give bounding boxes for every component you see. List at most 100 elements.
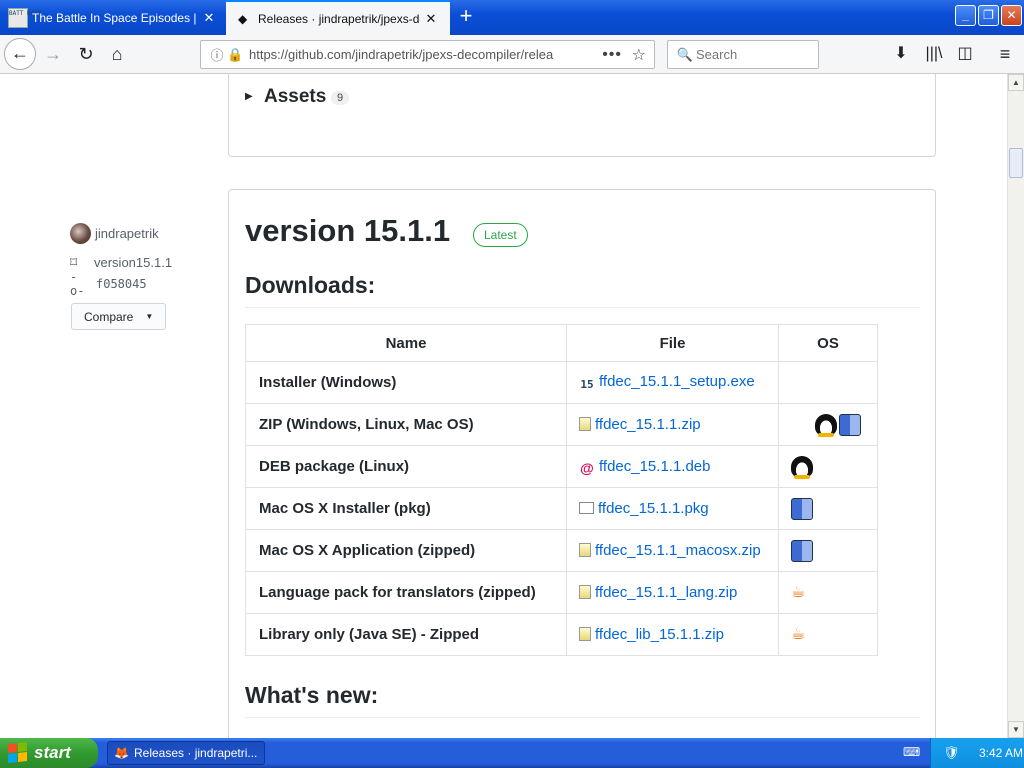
scroll-thumb[interactable]: [1009, 148, 1023, 178]
close-tab-icon[interactable]: ✕: [420, 11, 442, 27]
download-name: Installer (Windows): [245, 361, 567, 404]
taskbar-item-firefox[interactable]: 🦊 Releases · jindrapetri...: [107, 741, 265, 765]
download-file-cell: ffdec_15.1.1.pkg: [566, 487, 779, 530]
compare-label: Compare: [84, 309, 134, 324]
heading-divider: [245, 307, 920, 308]
forward-button[interactable]: →: [38, 39, 68, 69]
url-text[interactable]: https://github.com/jindrapetrik/jpexs-de…: [249, 47, 569, 62]
exe-file-icon: 15: [580, 377, 594, 391]
library-icon[interactable]: |||\: [921, 41, 947, 67]
download-link[interactable]: ffdec_15.1.1.pkg: [598, 500, 709, 517]
download-file-cell: ffdec_15.1.1_lang.zip: [566, 571, 779, 614]
close-window-button[interactable]: ✕: [1001, 5, 1022, 26]
site-favicon-icon: BATT BAIN: [8, 7, 42, 28]
maximize-button[interactable]: ❐: [978, 5, 999, 26]
download-name: Mac OS X Application (zipped): [245, 529, 567, 572]
taskbar: start 🦊 Releases · jindrapetri... ⌨ 🛡 3:…: [0, 738, 1024, 768]
deb-file-icon: @: [580, 459, 594, 476]
tray-app-icon[interactable]: 🛡: [943, 745, 961, 761]
start-button[interactable]: start: [0, 738, 98, 768]
os-cell: [778, 445, 878, 488]
os-cell: [778, 571, 878, 614]
vertical-scrollbar[interactable]: ▲ ▼: [1007, 74, 1024, 738]
assets-toggle[interactable]: Assets: [264, 86, 326, 108]
scroll-down-arrow[interactable]: ▼: [1008, 721, 1024, 738]
tag-name[interactable]: version15.1.1: [94, 255, 172, 270]
start-label: start: [34, 743, 71, 762]
download-link[interactable]: ffdec_15.1.1_lang.zip: [595, 584, 737, 601]
reload-button[interactable]: ↻: [71, 39, 101, 69]
search-placeholder: Search: [696, 47, 738, 62]
download-file-cell: ffdec_lib_15.1.1.zip: [566, 613, 779, 656]
release-title[interactable]: version 15.1.1: [245, 213, 450, 249]
download-file-cell: ffdec_15.1.1.zip: [566, 403, 779, 446]
search-icon: 🔍: [676, 46, 694, 62]
info-icon[interactable]: ⓘ: [207, 45, 227, 64]
commit-hash[interactable]: f058045: [96, 277, 147, 291]
table-row: Mac OS X Installer (pkg) ffdec_15.1.1.pkg: [245, 487, 878, 530]
download-file-cell: @ ffdec_15.1.1.deb: [566, 445, 779, 488]
bookmark-star-icon[interactable]: ☆: [632, 45, 646, 65]
download-link[interactable]: ffdec_15.1.1_setup.exe: [599, 373, 755, 390]
zip-file-icon: [579, 585, 591, 599]
system-tray: 🛡 3:42 AM: [930, 738, 1024, 768]
os-cell: [778, 529, 878, 572]
zip-file-icon: [579, 543, 591, 557]
commit-link[interactable]: -o- f058045: [70, 270, 147, 298]
tab-battle-in-space[interactable]: BATT BAIN The Battle In Space Episodes |…: [0, 0, 224, 35]
download-link[interactable]: ffdec_lib_15.1.1.zip: [595, 626, 724, 643]
table-header-row: Name File OS: [245, 324, 878, 362]
tag-icon: ⌑: [70, 253, 78, 270]
keyboard-icon[interactable]: ⌨: [903, 745, 920, 761]
compare-button[interactable]: Compare ▼: [71, 303, 166, 330]
navigation-toolbar: ← → ↻ ⌂ ⓘ 🔒 https://github.com/jindrapet…: [0, 35, 1024, 74]
mac-icon: [791, 539, 813, 562]
page-actions-icon[interactable]: •••: [602, 46, 622, 64]
zip-file-icon: [579, 417, 591, 431]
assets-section: ▶ Assets 9: [228, 74, 936, 157]
table-row: Library only (Java SE) - Zipped ffdec_lib…: [245, 613, 878, 656]
whats-new-heading: What's new:: [245, 682, 379, 708]
home-button[interactable]: ⌂: [102, 39, 132, 69]
new-tab-button[interactable]: +: [452, 4, 480, 30]
clock[interactable]: 3:42 AM: [979, 746, 1023, 760]
pkg-file-icon: [579, 502, 594, 514]
column-header-name: Name: [245, 324, 567, 362]
download-link[interactable]: ffdec_15.1.1.deb: [599, 458, 711, 475]
windows-icon: [791, 414, 813, 436]
hamburger-menu-icon[interactable]: ≡: [992, 41, 1018, 67]
author-link[interactable]: jindrapetrik: [70, 222, 159, 244]
taskbar-item-label: Releases · jindrapetri...: [134, 746, 258, 760]
address-bar[interactable]: ⓘ 🔒 https://github.com/jindrapetrik/jpex…: [200, 40, 655, 69]
downloads-heading: Downloads:: [245, 272, 376, 298]
author-name[interactable]: jindrapetrik: [95, 226, 159, 241]
table-row: Installer (Windows) 15 ffdec_15.1.1_setup.…: [245, 361, 878, 404]
sidebar-icon[interactable]: ◫: [952, 41, 978, 67]
tab-title: The Battle In Space Episodes | Ot: [32, 10, 198, 25]
java-icon: [791, 581, 807, 604]
download-link[interactable]: ffdec_15.1.1.zip: [595, 416, 701, 433]
mac-icon: [791, 497, 813, 520]
tab-releases[interactable]: ◆ Releases · jindrapetrik/jpexs-deco ✕: [226, 0, 450, 35]
download-icon[interactable]: ⬇: [888, 41, 914, 67]
page-content: ▶ Assets 9 jindrapetrik ⌑ version15.1.1 …: [0, 74, 1007, 738]
scroll-up-arrow[interactable]: ▲: [1008, 74, 1024, 91]
title-bar: BATT BAIN The Battle In Space Episodes |…: [0, 0, 1024, 35]
expand-caret-icon[interactable]: ▶: [245, 91, 253, 102]
linux-icon: [815, 413, 837, 437]
windows-logo-icon: [8, 741, 28, 765]
close-tab-icon[interactable]: ✕: [198, 10, 220, 26]
assets-count-badge: 9: [331, 91, 350, 105]
tag-link[interactable]: ⌑ version15.1.1: [70, 252, 172, 272]
download-name: Mac OS X Installer (pkg): [245, 487, 567, 530]
table-row: Mac OS X Application (zipped) ffdec_15.1.…: [245, 529, 878, 572]
download-link[interactable]: ffdec_15.1.1_macosx.zip: [595, 542, 761, 559]
search-input[interactable]: 🔍 Search: [667, 40, 819, 69]
zip-file-icon: [579, 627, 591, 641]
avatar[interactable]: [70, 222, 91, 244]
linux-icon: [791, 455, 813, 479]
back-button[interactable]: ←: [4, 38, 36, 70]
commit-icon: -o-: [70, 270, 85, 298]
column-header-file: File: [566, 324, 779, 362]
minimize-button[interactable]: _: [955, 5, 976, 26]
